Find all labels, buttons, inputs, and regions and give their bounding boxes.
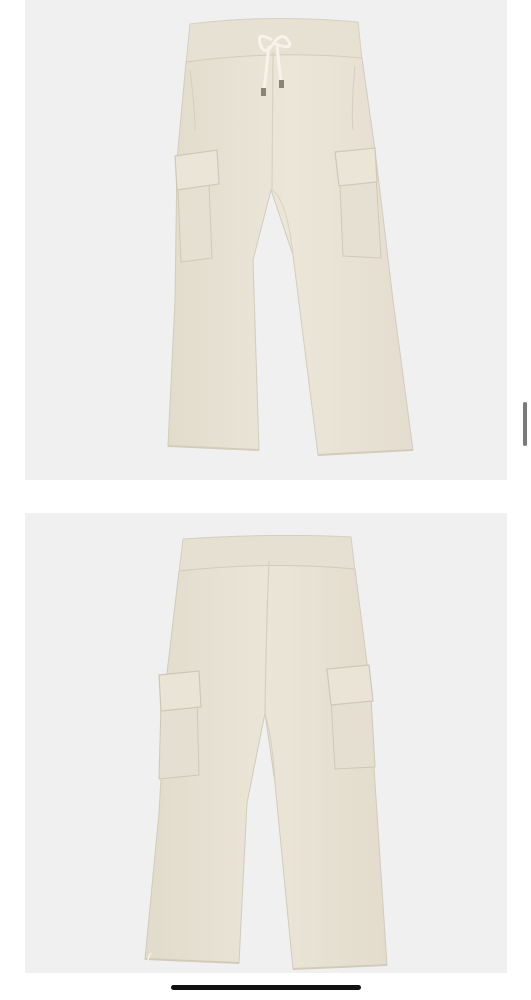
scrollbar-thumb[interactable] <box>523 402 527 446</box>
product-photo-back[interactable] <box>25 513 507 973</box>
right-cargo-pocket <box>330 696 376 770</box>
left-pocket-flap <box>174 149 220 191</box>
left-pocket-flap <box>158 670 202 712</box>
right-pocket-flap <box>334 147 378 187</box>
cargo-pants-back-illustration <box>144 534 388 970</box>
product-photo-front[interactable] <box>25 0 507 480</box>
product-image-gallery[interactable] <box>0 0 531 1000</box>
home-indicator[interactable] <box>171 985 361 990</box>
right-pocket-flap <box>326 664 374 706</box>
cargo-pants-front-illustration <box>167 17 414 467</box>
